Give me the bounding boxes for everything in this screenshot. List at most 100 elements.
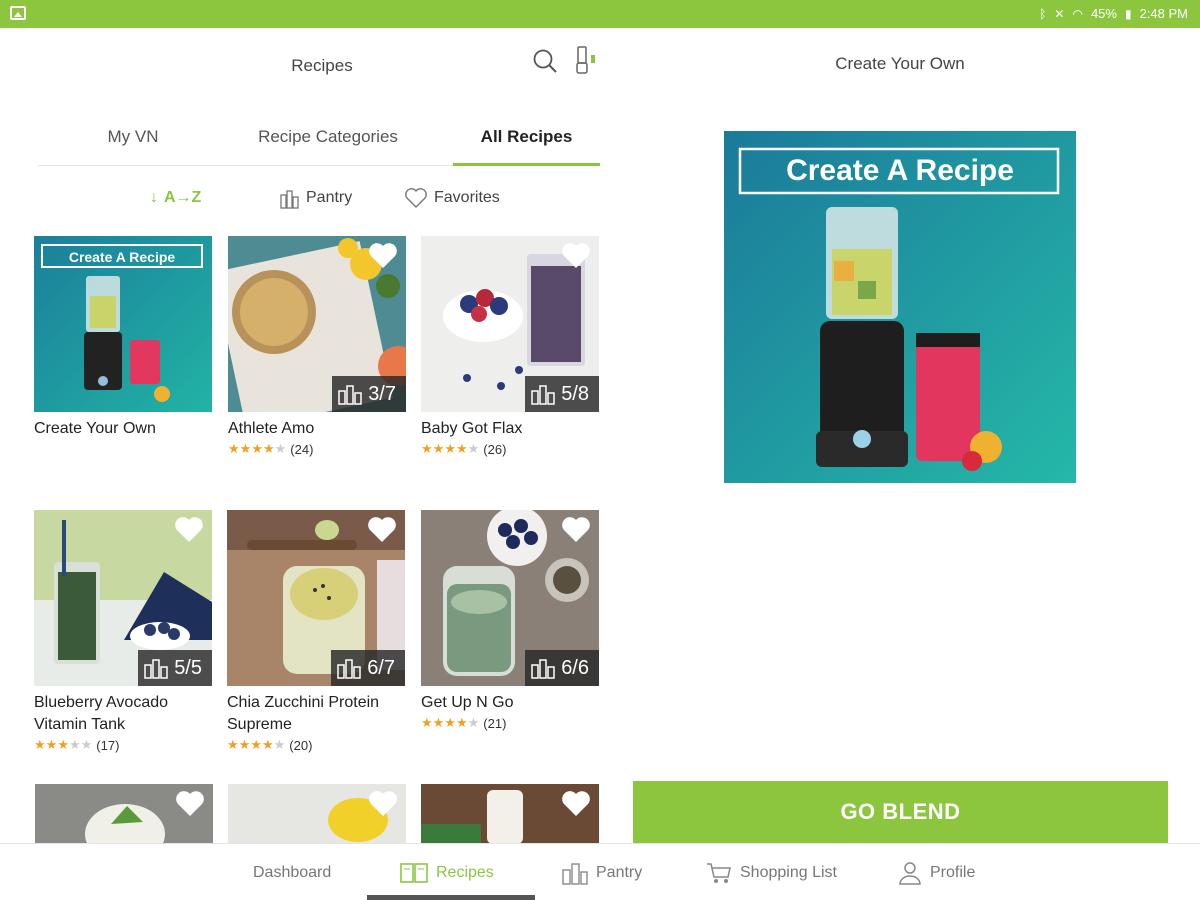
recipe-thumbnail: Create A Recipe <box>34 236 212 412</box>
recipe-thumbnail: 6/7 <box>227 510 405 686</box>
detail-title: Create Your Own <box>835 54 965 73</box>
star-empty-icon: ★ <box>273 737 286 752</box>
pantry-icon <box>562 862 588 885</box>
favorite-heart-icon[interactable] <box>561 516 591 544</box>
recipe-card-blueberry-avocado[interactable]: 5/5 Blueberry Avocado Vitamin Tank ★★★★★… <box>34 510 212 753</box>
star-empty-icon: ★ <box>80 737 93 752</box>
star-rating: ★★★★★ <box>421 715 479 731</box>
pantry-count: 5/5 <box>174 656 202 679</box>
favorite-heart-icon[interactable] <box>561 790 591 818</box>
nav-item-recipes[interactable]: Recipes <box>400 844 494 900</box>
recipe-card-get-up-n-go[interactable]: 6/6 Get Up N Go ★★★★★ (21) <box>421 510 599 731</box>
recipe-card-partial[interactable] <box>35 784 213 844</box>
star-empty-icon: ★ <box>274 441 287 456</box>
recipe-title: Baby Got Flax <box>421 420 523 437</box>
review-count: (26) <box>483 441 507 457</box>
star-empty-icon: ★ <box>467 715 480 730</box>
nav-item-label: Dashboard <box>253 863 332 881</box>
star-empty-icon: ★ <box>68 737 81 752</box>
review-count: (21) <box>483 715 507 731</box>
favorite-heart-icon[interactable] <box>561 242 591 270</box>
recipe-rating: ★★★★★ (21) <box>421 715 599 731</box>
nav-item-pantry[interactable]: Pantry <box>562 844 642 900</box>
recipe-thumbnail <box>421 784 599 844</box>
favorites-filter-button[interactable]: Favorites <box>404 182 500 214</box>
pantry-icon <box>280 190 299 209</box>
bottom-nav: Dashboard Recipes Pantry Shopping List P… <box>0 843 1200 900</box>
star-filled-icon: ★ <box>421 715 433 730</box>
go-blend-button[interactable]: GO BLEND <box>633 781 1168 843</box>
favorite-heart-icon[interactable] <box>368 242 398 270</box>
pantry-icon <box>531 385 555 405</box>
tab-recipe-categories[interactable]: Recipe Categories <box>243 118 413 166</box>
recipe-title: Create Your Own <box>34 420 156 437</box>
nav-item-shopping-list[interactable]: Shopping List <box>706 844 837 900</box>
star-filled-icon: ★ <box>261 737 274 752</box>
star-filled-icon: ★ <box>34 737 46 752</box>
recipe-card-create-your-own[interactable]: Create A Recipe Create Your Own <box>34 236 212 440</box>
pantry-count-badge: 6/6 <box>525 650 599 686</box>
nav-item-label: Pantry <box>596 863 643 881</box>
recipe-title: Get Up N Go <box>421 694 514 711</box>
create-recipe-banner: Create A Recipe <box>68 249 176 265</box>
sort-label: A→Z <box>164 189 202 206</box>
pantry-icon <box>338 385 362 405</box>
recipe-thumbnail <box>35 784 213 844</box>
favorites-filter-label: Favorites <box>434 189 500 206</box>
favorite-heart-icon[interactable] <box>174 516 204 544</box>
star-rating: ★★★★★ <box>34 737 92 753</box>
star-empty-icon: ★ <box>467 441 480 456</box>
filter-bar: ↓ A→Z Pantry Favorites <box>0 182 620 214</box>
review-count: (24) <box>290 441 314 457</box>
recipe-card-baby-got-flax[interactable]: 5/8 Baby Got Flax ★★★★★ (26) <box>421 236 599 457</box>
star-filled-icon: ★ <box>455 715 468 730</box>
nav-active-indicator <box>367 895 535 900</box>
nav-item-dashboard[interactable]: Dashboard <box>253 844 331 900</box>
recipe-rating: ★★★★★ (17) <box>34 737 212 753</box>
search-icon[interactable] <box>532 48 558 74</box>
star-rating: ★★★★★ <box>227 737 285 753</box>
pantry-count-badge: 3/7 <box>332 376 406 412</box>
star-filled-icon: ★ <box>239 441 252 456</box>
pantry-icon <box>531 659 555 679</box>
recipe-thumbnail: 6/6 <box>421 510 599 686</box>
recipe-title: Blueberry Avocado Vitamin Tank <box>34 694 169 733</box>
bluetooth-icon: ᛒ <box>1039 6 1047 21</box>
cart-icon <box>707 862 731 883</box>
arrow-down-icon: ↓ <box>150 189 158 206</box>
star-filled-icon: ★ <box>238 737 251 752</box>
pantry-count: 6/7 <box>367 656 395 679</box>
sort-button[interactable]: ↓ A→Z <box>150 182 201 214</box>
recipe-thumbnail: 5/5 <box>34 510 212 686</box>
create-recipe-promo[interactable]: Create A Recipe <box>724 131 1076 483</box>
wifi-icon: ◠ <box>1072 6 1083 21</box>
tab-all-recipes[interactable]: All Recipes <box>453 118 600 166</box>
star-rating: ★★★★★ <box>421 441 479 457</box>
nav-item-profile[interactable]: Profile <box>898 844 975 900</box>
recipe-card-chia-zucchini[interactable]: 6/7 Chia Zucchini Protein Supreme ★★★★★ … <box>227 510 405 753</box>
blender-icon[interactable] <box>575 45 597 75</box>
star-filled-icon: ★ <box>251 441 263 456</box>
recipe-thumbnail: 5/8 <box>421 236 599 412</box>
recipe-thumbnail <box>228 784 406 844</box>
favorite-heart-icon[interactable] <box>175 790 205 818</box>
pantry-filter-button[interactable]: Pantry <box>280 182 352 214</box>
recipe-card-partial[interactable] <box>421 784 599 844</box>
battery-icon: ▮ <box>1124 6 1132 21</box>
book-icon <box>400 862 428 883</box>
star-filled-icon: ★ <box>227 737 239 752</box>
recipe-title: Athlete Amo <box>228 420 315 437</box>
star-filled-icon: ★ <box>432 441 445 456</box>
favorite-heart-icon[interactable] <box>368 790 398 818</box>
pantry-count-badge: 6/7 <box>331 650 405 686</box>
tab-my-vn[interactable]: My VN <box>88 118 178 166</box>
battery-percent: 45% <box>1090 6 1117 21</box>
star-filled-icon: ★ <box>444 715 456 730</box>
favorite-heart-icon[interactable] <box>367 516 397 544</box>
pantry-icon <box>337 659 361 679</box>
page-title: Recipes <box>291 56 353 75</box>
recipe-card-athlete-amo[interactable]: 3/7 Athlete Amo ★★★★★ (24) <box>228 236 406 457</box>
person-icon <box>899 861 921 885</box>
pantry-filter-label: Pantry <box>306 189 353 206</box>
recipe-card-partial[interactable] <box>228 784 406 844</box>
